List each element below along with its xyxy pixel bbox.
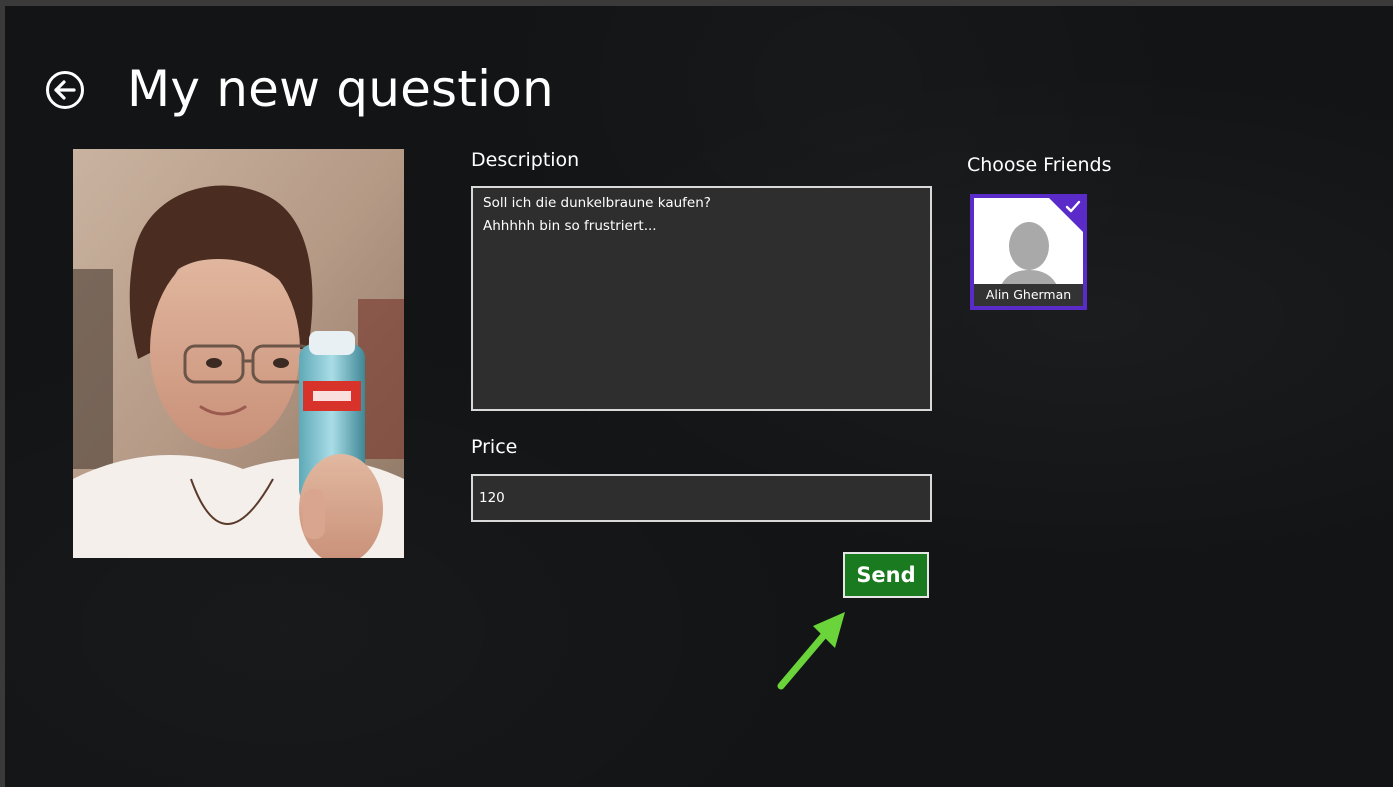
choose-friends-label: Choose Friends: [967, 154, 1112, 176]
app-surface: My new question Description Soll ich die…: [5, 6, 1393, 787]
price-input[interactable]: [471, 474, 932, 522]
question-photo: [73, 149, 404, 558]
window-frame: My new question Description Soll ich die…: [0, 0, 1393, 787]
friend-name: Alin Gherman: [974, 284, 1083, 306]
page-title: My new question: [127, 60, 554, 118]
price-label: Price: [471, 436, 518, 458]
back-arrow-circle-icon: [46, 71, 84, 109]
back-button[interactable]: [45, 70, 85, 110]
send-button[interactable]: Send: [843, 552, 929, 598]
friend-tile-inner: Alin Gherman: [974, 198, 1083, 306]
description-input[interactable]: Soll ich die dunkelbraune kaufen? Ahhhhh…: [471, 186, 932, 411]
green-arrow-icon: [777, 612, 845, 690]
checkmark-icon: [1065, 200, 1081, 213]
friend-tile[interactable]: Alin Gherman: [970, 194, 1087, 310]
description-label: Description: [471, 149, 580, 171]
